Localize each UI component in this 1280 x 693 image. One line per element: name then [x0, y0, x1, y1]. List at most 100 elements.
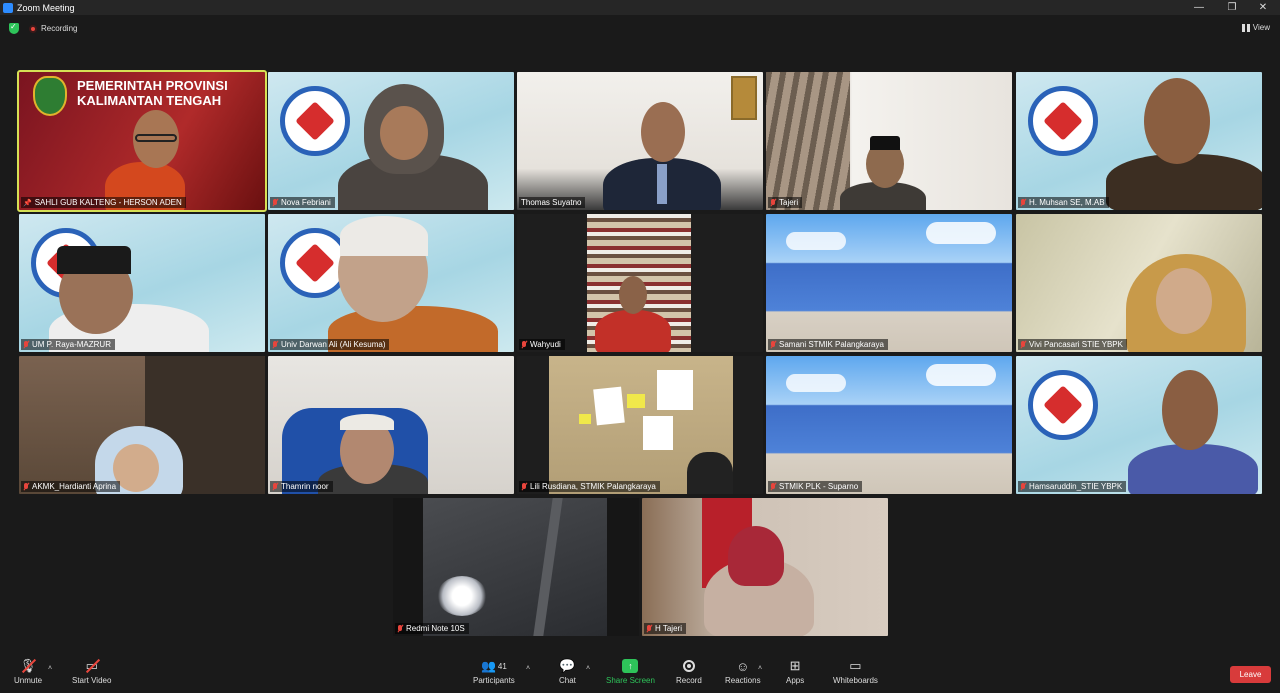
participant-name-tag: UM P. Raya-MAZRUR [21, 339, 115, 350]
video-tile[interactable]: H Tajeri [642, 498, 888, 636]
participant-figure [595, 310, 671, 352]
video-tile[interactable]: Tajeri [766, 72, 1012, 210]
audio-options-caret-icon[interactable]: ˄ [48, 665, 52, 672]
participant-name-tag: Lili Rusdiana, STMIK Palangkaraya [519, 481, 660, 492]
close-button[interactable]: ✕ [1248, 0, 1278, 15]
banner-line-2: KALIMANTAN TENGAH [77, 93, 222, 108]
video-tile[interactable]: STMIK PLK - Suparno [766, 356, 1012, 494]
maximize-button[interactable]: ❐ [1217, 0, 1247, 15]
mic-muted-icon [770, 198, 776, 207]
participant-name-tag: Thomas Suyatno [519, 197, 586, 208]
window-title: Zoom Meeting [17, 2, 75, 13]
video-tile[interactable]: Samani STMIK Palangkaraya [766, 214, 1012, 352]
participants-icon: 👥 41 [480, 659, 507, 673]
participant-name-tag: Wahyudi [519, 339, 565, 350]
unmute-button[interactable]: 🎙 Unmute [14, 658, 42, 685]
video-tile[interactable]: Univ Darwan Ali (Ali Kesuma) [268, 214, 514, 352]
share-screen-icon: ↑ [622, 659, 639, 673]
mic-muted-icon [1020, 198, 1026, 207]
participant-name-tag: 📌 SAHLI GUB KALTENG - HERSON ADEN [21, 197, 186, 208]
participant-name-tag: Nova Febriani [270, 197, 335, 208]
mic-muted-icon [1020, 482, 1026, 491]
video-tile[interactable]: PEMERINTAH PROVINSI KALIMANTAN TENGAH 📌 … [17, 70, 267, 212]
participant-head [728, 526, 784, 586]
security-shield-icon[interactable] [9, 22, 19, 34]
mic-muted-icon [272, 198, 278, 207]
bp-ptsi-logo-icon [280, 86, 350, 156]
view-label: View [1252, 23, 1270, 32]
video-tile[interactable]: Nova Febriani [268, 72, 514, 210]
view-button[interactable]: View [1241, 23, 1270, 32]
meeting-topbar: Recording View [0, 15, 1280, 42]
recording-icon [29, 24, 37, 33]
participant-figure [1128, 444, 1258, 494]
mic-muted-icon [23, 482, 29, 491]
mic-muted-icon [521, 482, 527, 491]
participant-name-tag: Thamrin noor [270, 481, 333, 492]
grid-view-icon [1241, 23, 1250, 32]
reactions-options-caret-icon[interactable]: ˄ [758, 665, 762, 672]
mic-muted-icon [23, 340, 29, 349]
minimize-button[interactable]: — [1184, 0, 1214, 15]
participant-name-tag: H. Muhsan SE, M.AB [1018, 197, 1109, 208]
whiteboards-button[interactable]: ▭ Whiteboards [833, 658, 878, 685]
gov-emblem-icon [33, 76, 67, 116]
participants-button[interactable]: 👥 41 Participants [473, 659, 515, 685]
window-titlebar: Zoom Meeting — ❐ ✕ [0, 0, 1280, 15]
banner-line-1: PEMERINTAH PROVINSI [77, 78, 228, 93]
mic-muted-icon [770, 340, 776, 349]
participant-name-tag: Vivi Pancasari STIE YBPK [1018, 339, 1127, 350]
smiley-plus-icon: ☺ [736, 658, 750, 674]
start-video-button[interactable]: ▭ Start Video [72, 658, 111, 685]
participant-head [641, 102, 685, 162]
whiteboard-icon: ▭ [849, 658, 862, 673]
mic-muted-icon [397, 624, 403, 633]
record-button[interactable]: Record [676, 659, 702, 685]
video-tile[interactable]: H. Muhsan SE, M.AB [1016, 72, 1262, 210]
video-tile[interactable]: UM P. Raya-MAZRUR [19, 214, 265, 352]
reactions-button[interactable]: ☺ Reactions [725, 658, 761, 686]
participant-name-tag: H Tajeri [644, 623, 686, 634]
leave-button[interactable]: Leave [1230, 666, 1271, 683]
meeting-toolbar: 🎙 Unmute ˄ ▭ Start Video 👥41 Participant… [0, 655, 1280, 693]
record-icon [681, 659, 697, 673]
apps-button[interactable]: ⊞ Apps [786, 658, 804, 685]
participant-head [619, 276, 647, 314]
participant-name-tag: Tajeri [768, 197, 803, 208]
mic-muted-icon [646, 624, 652, 633]
bp-ptsi-logo-icon [1028, 86, 1098, 156]
video-tile[interactable]: AKMK_Hardianti Aprina [19, 356, 265, 494]
mic-muted-icon [1020, 340, 1026, 349]
participant-name-tag: Redmi Note 10S [395, 623, 469, 634]
video-tile[interactable]: Redmi Note 10S [393, 498, 639, 636]
chat-options-caret-icon[interactable]: ˄ [586, 665, 590, 672]
participant-name-tag: AKMK_Hardianti Aprina [21, 481, 121, 492]
video-tile[interactable]: Vivi Pancasari STIE YBPK [1016, 214, 1262, 352]
participants-options-caret-icon[interactable]: ˄ [526, 665, 530, 672]
participant-count: 41 [497, 661, 507, 671]
participant-head [1156, 268, 1212, 334]
ceiling-light [437, 576, 487, 616]
participant-name-tag: STMIK PLK - Suparno [768, 481, 863, 492]
recording-label[interactable]: Recording [41, 24, 77, 33]
pin-icon: 📌 [23, 199, 32, 207]
video-tile[interactable]: Thomas Suyatno [517, 72, 763, 210]
apps-grid-icon: ⊞ [789, 658, 801, 673]
zoom-app-icon [3, 2, 13, 13]
mic-muted-icon [770, 482, 776, 491]
share-screen-button[interactable]: ↑ Share Screen [606, 659, 655, 685]
mic-muted-icon [272, 482, 278, 491]
video-tile[interactable]: Thamrin noor [268, 356, 514, 494]
video-tile[interactable]: Lili Rusdiana, STMIK Palangkaraya [517, 356, 763, 494]
mic-muted-icon [272, 340, 278, 349]
video-tile[interactable]: Wahyudi [517, 214, 763, 352]
participant-head [1162, 370, 1218, 450]
bp-ptsi-logo-icon [1028, 370, 1098, 440]
chat-button[interactable]: 💬 Chat [559, 658, 576, 685]
participant-name-tag: Univ Darwan Ali (Ali Kesuma) [270, 339, 390, 350]
mic-muted-icon [521, 340, 527, 349]
video-off-icon: ▭ [84, 658, 100, 674]
participant-name-tag: Samani STMIK Palangkaraya [768, 339, 888, 350]
video-tile[interactable]: Hamsaruddin_STIE YBPK [1016, 356, 1262, 494]
participant-head [1144, 78, 1210, 164]
